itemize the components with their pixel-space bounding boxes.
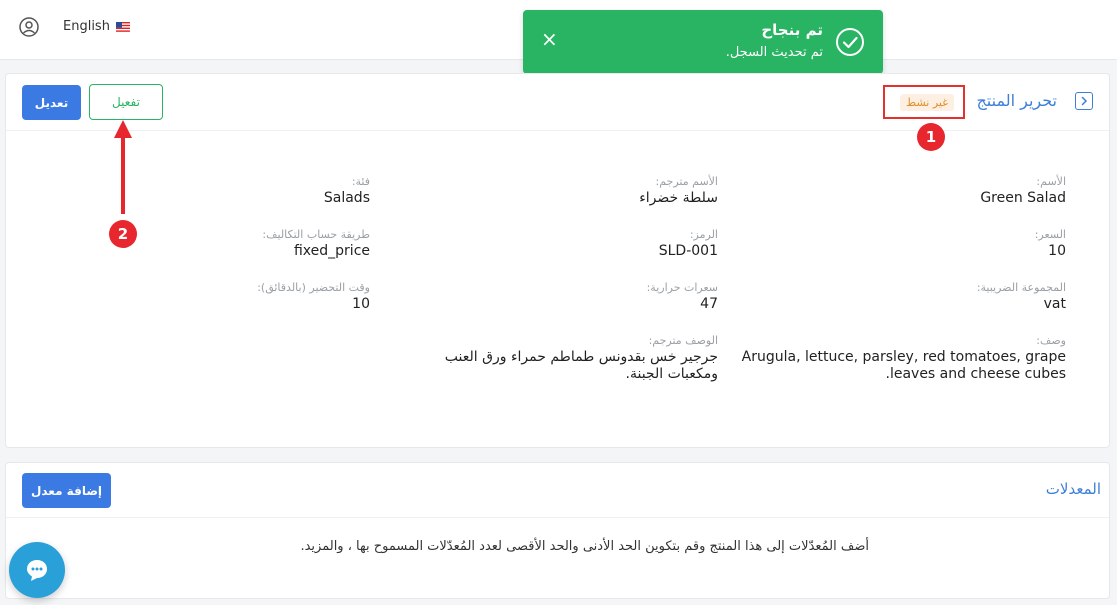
close-icon[interactable]: × xyxy=(541,29,558,49)
field-name-translated: الأسم مترجم: سلطة خضراء xyxy=(418,175,718,207)
field-tax-group-value: vat xyxy=(1043,296,1066,312)
modifiers-title: المعدلات xyxy=(1045,480,1101,498)
user-icon[interactable] xyxy=(19,17,39,37)
field-name-translated-label: الأسم مترجم: xyxy=(655,175,718,188)
field-tax-group-label: المجموعة الضريبية: xyxy=(976,281,1066,294)
annotation-arrow-icon xyxy=(114,120,132,214)
field-name: الأسم: Green Salad xyxy=(766,175,1066,207)
field-price-label: السعر: xyxy=(1034,228,1066,241)
modifiers-card-header: المعدلات إضافة معدل xyxy=(6,463,1109,518)
product-card: تحرير المنتج غير نشط تفعيل تعديل الأسم: … xyxy=(5,73,1110,448)
field-tax-group: المجموعة الضريبية: vat xyxy=(766,281,1066,313)
field-price: السعر: 10 xyxy=(766,228,1066,260)
field-code-value: SLD-001 xyxy=(658,243,718,259)
field-code: الرمز: SLD-001 xyxy=(418,228,718,260)
field-prep-time-label: وقت التحضير (بالدقائق): xyxy=(257,281,370,294)
chevron-right-icon xyxy=(1081,96,1088,106)
annotation-marker-2: 2 xyxy=(109,220,137,248)
modifiers-card: المعدلات إضافة معدل أضف المُعدّلات إلى ه… xyxy=(5,462,1110,599)
field-code-label: الرمز: xyxy=(689,228,718,241)
field-description-value: Arugula, lettuce, parsley, red tomatoes,… xyxy=(741,349,1066,382)
field-calories: سعرات حرارية: 47 xyxy=(418,281,718,313)
field-description-translated-value: جرجير خس بقدونس طماطم حمراء ورق العنب وم… xyxy=(444,349,718,382)
modifiers-description: أضف المُعدّلات إلى هذا المنتج وقم بتكوين… xyxy=(300,539,869,554)
field-name-translated-value: سلطة خضراء xyxy=(639,190,718,206)
status-badge: غير نشط xyxy=(900,94,954,111)
field-calories-label: سعرات حرارية: xyxy=(646,281,718,294)
us-flag-icon xyxy=(116,22,130,32)
field-prep-time: وقت التحضير (بالدقائق): 10 xyxy=(70,281,370,313)
field-name-label: الأسم: xyxy=(1036,175,1066,188)
back-button[interactable] xyxy=(1075,92,1093,110)
field-description: وصف: Arugula, lettuce, parsley, red toma… xyxy=(741,334,1066,383)
field-calories-value: 47 xyxy=(700,296,718,312)
status-highlight-box: غير نشط xyxy=(883,85,965,119)
field-description-translated: الوصف مترجم: جرجير خس بقدونس طماطم حمراء… xyxy=(418,334,718,383)
edit-button[interactable]: تعديل xyxy=(22,85,81,120)
chat-icon xyxy=(27,560,47,581)
language-selector[interactable]: English xyxy=(63,19,110,34)
field-price-value: 10 xyxy=(1048,243,1066,259)
chat-button[interactable] xyxy=(9,542,65,598)
field-description-label: وصف: xyxy=(1036,334,1066,347)
success-toast: تم بنجاح تم تحديث السجل. × xyxy=(523,10,883,74)
toast-message: تم تحديث السجل. xyxy=(725,45,823,60)
check-circle-icon xyxy=(836,28,864,56)
field-prep-time-value: 10 xyxy=(352,296,370,312)
activate-button[interactable]: تفعيل xyxy=(89,84,163,120)
add-modifier-button[interactable]: إضافة معدل xyxy=(22,473,111,508)
field-description-translated-label: الوصف مترجم: xyxy=(648,334,718,347)
annotation-marker-1: 1 xyxy=(917,123,945,151)
product-card-header: تحرير المنتج غير نشط تفعيل تعديل xyxy=(6,74,1109,131)
field-name-value: Green Salad xyxy=(980,190,1066,206)
toast-title: تم بنجاح xyxy=(761,21,823,39)
page-title: تحرير المنتج xyxy=(976,91,1057,110)
